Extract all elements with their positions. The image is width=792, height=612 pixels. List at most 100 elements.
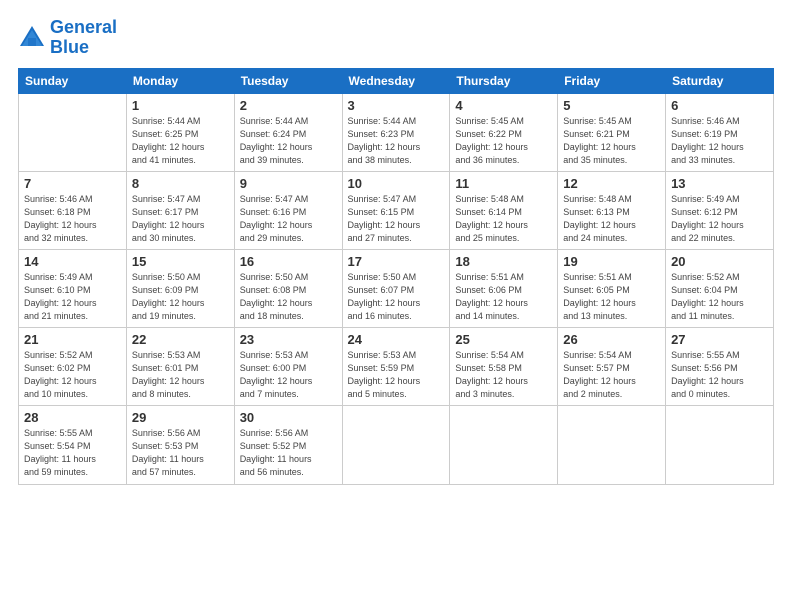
header: General Blue (18, 18, 774, 58)
day-info: Sunrise: 5:51 AM Sunset: 6:05 PM Dayligh… (563, 271, 660, 323)
weekday-header-monday: Monday (126, 68, 234, 93)
day-number: 18 (455, 254, 552, 269)
day-number: 8 (132, 176, 229, 191)
week-row-2: 14Sunrise: 5:49 AM Sunset: 6:10 PM Dayli… (19, 249, 774, 327)
week-row-4: 28 Sunrise: 5:55 AM Sunset: 5:54 PM Dayli… (19, 406, 774, 484)
week-row-0: 1 Sunrise: 5:44 AM Sunset: 6:25 PM Daylig… (19, 93, 774, 171)
day-info: Sunrise: 5:49 AM Sunset: 6:12 PM Dayligh… (671, 193, 768, 245)
calendar-cell: 23 Sunrise: 5:53 AM Sunset: 6:00 PM Dayli… (234, 328, 342, 406)
calendar-cell: 10 Sunrise: 5:47 AM Sunset: 6:15 PM Dayli… (342, 171, 450, 249)
day-info: Sunrise: 5:55 AM Sunset: 5:54 PM Dayligh… (24, 427, 121, 479)
day-info: Sunrise: 5:44 AM Sunset: 6:25 PM Dayligh… (132, 115, 229, 167)
calendar-cell (558, 406, 666, 484)
calendar-cell: 4 Sunrise: 5:45 AM Sunset: 6:22 PM Daylig… (450, 93, 558, 171)
day-number: 26 (563, 332, 660, 347)
day-number: 15 (132, 254, 229, 269)
day-number: 21 (24, 332, 121, 347)
calendar-cell: 2 Sunrise: 5:44 AM Sunset: 6:24 PM Daylig… (234, 93, 342, 171)
day-number: 23 (240, 332, 337, 347)
day-info: Sunrise: 5:44 AM Sunset: 6:24 PM Dayligh… (240, 115, 337, 167)
week-row-3: 21 Sunrise: 5:52 AM Sunset: 6:02 PM Dayli… (19, 328, 774, 406)
calendar-cell (19, 93, 127, 171)
day-number: 27 (671, 332, 768, 347)
day-info: Sunrise: 5:50 AM Sunset: 6:08 PM Dayligh… (240, 271, 337, 323)
day-info: Sunrise: 5:53 AM Sunset: 6:00 PM Dayligh… (240, 349, 337, 401)
day-info: Sunrise: 5:52 AM Sunset: 6:02 PM Dayligh… (24, 349, 121, 401)
day-number: 12 (563, 176, 660, 191)
day-info: Sunrise: 5:53 AM Sunset: 6:01 PM Dayligh… (132, 349, 229, 401)
calendar-cell: 29 Sunrise: 5:56 AM Sunset: 5:53 PM Dayli… (126, 406, 234, 484)
day-number: 16 (240, 254, 337, 269)
day-info: Sunrise: 5:47 AM Sunset: 6:16 PM Dayligh… (240, 193, 337, 245)
calendar-cell: 9 Sunrise: 5:47 AM Sunset: 6:16 PM Daylig… (234, 171, 342, 249)
calendar-cell: 3Sunrise: 5:44 AM Sunset: 6:23 PM Daylig… (342, 93, 450, 171)
weekday-header-friday: Friday (558, 68, 666, 93)
calendar-cell: 25 Sunrise: 5:54 AM Sunset: 5:58 PM Dayli… (450, 328, 558, 406)
calendar-cell: 27 Sunrise: 5:55 AM Sunset: 5:56 PM Dayli… (666, 328, 774, 406)
logo-icon (18, 24, 46, 52)
calendar-cell (666, 406, 774, 484)
day-number: 2 (240, 98, 337, 113)
day-info: Sunrise: 5:56 AM Sunset: 5:52 PM Dayligh… (240, 427, 337, 479)
day-info: Sunrise: 5:54 AM Sunset: 5:58 PM Dayligh… (455, 349, 552, 401)
day-number: 3 (348, 98, 445, 113)
calendar-cell: 17 Sunrise: 5:50 AM Sunset: 6:07 PM Dayli… (342, 249, 450, 327)
calendar-cell: 18 Sunrise: 5:51 AM Sunset: 6:06 PM Dayli… (450, 249, 558, 327)
day-info: Sunrise: 5:47 AM Sunset: 6:17 PM Dayligh… (132, 193, 229, 245)
day-number: 11 (455, 176, 552, 191)
calendar-cell: 15Sunrise: 5:50 AM Sunset: 6:09 PM Dayli… (126, 249, 234, 327)
day-info: Sunrise: 5:46 AM Sunset: 6:19 PM Dayligh… (671, 115, 768, 167)
calendar-cell: 24 Sunrise: 5:53 AM Sunset: 5:59 PM Dayli… (342, 328, 450, 406)
calendar-cell (342, 406, 450, 484)
calendar-cell: 20Sunrise: 5:52 AM Sunset: 6:04 PM Dayli… (666, 249, 774, 327)
calendar-cell: 30 Sunrise: 5:56 AM Sunset: 5:52 PM Dayli… (234, 406, 342, 484)
day-info: Sunrise: 5:55 AM Sunset: 5:56 PM Dayligh… (671, 349, 768, 401)
calendar-cell (450, 406, 558, 484)
day-number: 5 (563, 98, 660, 113)
day-number: 6 (671, 98, 768, 113)
day-number: 9 (240, 176, 337, 191)
day-number: 14 (24, 254, 121, 269)
day-info: Sunrise: 5:48 AM Sunset: 6:14 PM Dayligh… (455, 193, 552, 245)
day-info: Sunrise: 5:51 AM Sunset: 6:06 PM Dayligh… (455, 271, 552, 323)
day-number: 10 (348, 176, 445, 191)
day-info: Sunrise: 5:53 AM Sunset: 5:59 PM Dayligh… (348, 349, 445, 401)
calendar-cell: 28 Sunrise: 5:55 AM Sunset: 5:54 PM Dayli… (19, 406, 127, 484)
day-info: Sunrise: 5:45 AM Sunset: 6:21 PM Dayligh… (563, 115, 660, 167)
calendar-cell: 1 Sunrise: 5:44 AM Sunset: 6:25 PM Daylig… (126, 93, 234, 171)
day-number: 28 (24, 410, 121, 425)
day-number: 1 (132, 98, 229, 113)
calendar-cell: 22 Sunrise: 5:53 AM Sunset: 6:01 PM Dayli… (126, 328, 234, 406)
calendar-cell: 8 Sunrise: 5:47 AM Sunset: 6:17 PM Daylig… (126, 171, 234, 249)
day-number: 17 (348, 254, 445, 269)
day-info: Sunrise: 5:50 AM Sunset: 6:07 PM Dayligh… (348, 271, 445, 323)
weekday-header-tuesday: Tuesday (234, 68, 342, 93)
day-info: Sunrise: 5:47 AM Sunset: 6:15 PM Dayligh… (348, 193, 445, 245)
weekday-header-saturday: Saturday (666, 68, 774, 93)
calendar-cell: 26 Sunrise: 5:54 AM Sunset: 5:57 PM Dayli… (558, 328, 666, 406)
day-number: 4 (455, 98, 552, 113)
weekday-header-sunday: Sunday (19, 68, 127, 93)
week-row-1: 7Sunrise: 5:46 AM Sunset: 6:18 PM Daylig… (19, 171, 774, 249)
day-info: Sunrise: 5:56 AM Sunset: 5:53 PM Dayligh… (132, 427, 229, 479)
day-info: Sunrise: 5:45 AM Sunset: 6:22 PM Dayligh… (455, 115, 552, 167)
day-number: 24 (348, 332, 445, 347)
day-info: Sunrise: 5:48 AM Sunset: 6:13 PM Dayligh… (563, 193, 660, 245)
weekday-header-thursday: Thursday (450, 68, 558, 93)
day-number: 30 (240, 410, 337, 425)
calendar-cell: 12 Sunrise: 5:48 AM Sunset: 6:13 PM Dayli… (558, 171, 666, 249)
calendar-cell: 14Sunrise: 5:49 AM Sunset: 6:10 PM Dayli… (19, 249, 127, 327)
calendar-cell: 19Sunrise: 5:51 AM Sunset: 6:05 PM Dayli… (558, 249, 666, 327)
day-number: 29 (132, 410, 229, 425)
calendar-cell: 11 Sunrise: 5:48 AM Sunset: 6:14 PM Dayli… (450, 171, 558, 249)
day-info: Sunrise: 5:54 AM Sunset: 5:57 PM Dayligh… (563, 349, 660, 401)
calendar-cell: 13 Sunrise: 5:49 AM Sunset: 6:12 PM Dayli… (666, 171, 774, 249)
weekday-header-wednesday: Wednesday (342, 68, 450, 93)
calendar-table: SundayMondayTuesdayWednesdayThursdayFrid… (18, 68, 774, 485)
day-number: 22 (132, 332, 229, 347)
day-number: 13 (671, 176, 768, 191)
calendar-cell: 21 Sunrise: 5:52 AM Sunset: 6:02 PM Dayli… (19, 328, 127, 406)
day-number: 25 (455, 332, 552, 347)
calendar-cell: 6 Sunrise: 5:46 AM Sunset: 6:19 PM Daylig… (666, 93, 774, 171)
page: General Blue SundayMondayTuesdayWednesda… (0, 0, 792, 612)
